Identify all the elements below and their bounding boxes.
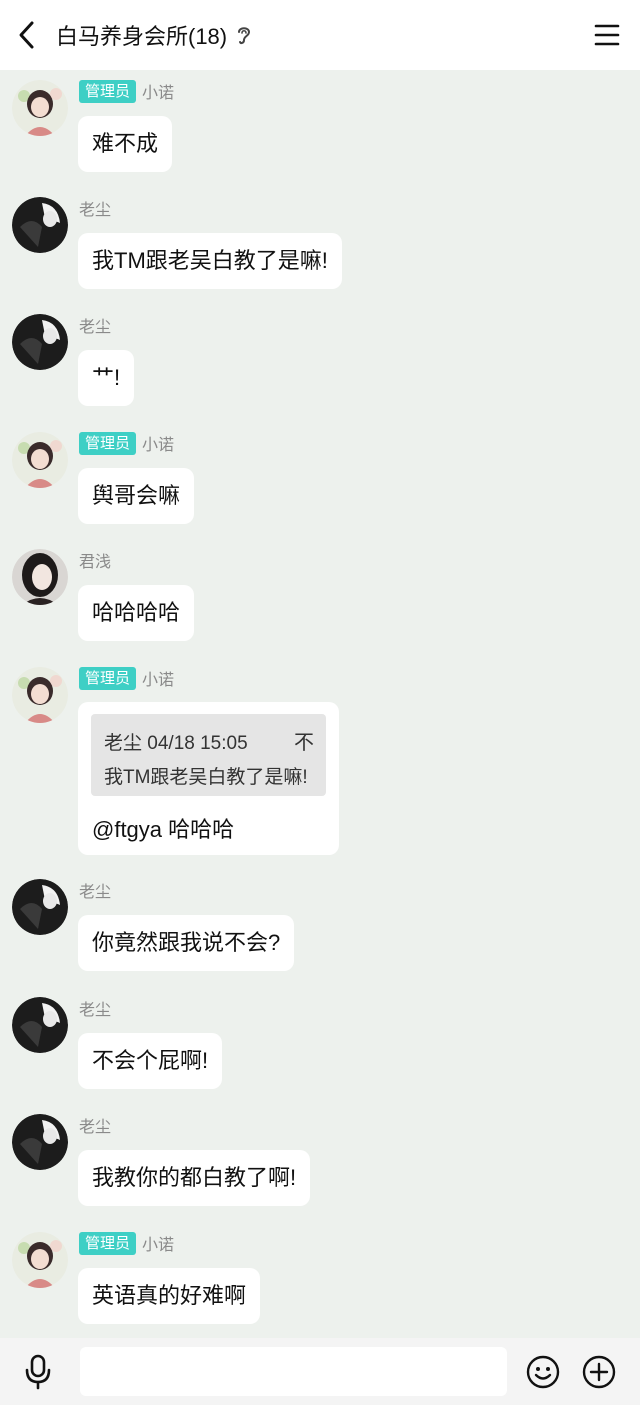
emoji-icon[interactable] bbox=[526, 1355, 560, 1389]
avatar[interactable] bbox=[12, 197, 68, 253]
message-meta: 老尘 bbox=[79, 996, 111, 1020]
message-meta: 管理员 小诺 bbox=[79, 1231, 174, 1255]
message-bubble[interactable]: 难不成 bbox=[78, 116, 173, 172]
message-meta: 管理员 小诺 bbox=[79, 79, 174, 103]
message-meta: 老尘 bbox=[79, 196, 111, 220]
avatar[interactable] bbox=[12, 432, 68, 488]
avatar[interactable] bbox=[12, 1232, 68, 1288]
message-bubble[interactable]: 我TM跟老吴白教了是嘛! bbox=[78, 233, 342, 289]
sender-name: 老尘 bbox=[79, 1002, 112, 1019]
sender-name: 老尘 bbox=[79, 202, 112, 219]
avatar[interactable] bbox=[12, 314, 68, 370]
ear-icon bbox=[238, 27, 251, 45]
admin-badge: 管理员 bbox=[79, 79, 137, 103]
sender-name: 老尘 bbox=[79, 1119, 112, 1136]
plus-circle-icon[interactable] bbox=[582, 1355, 616, 1389]
avatar[interactable] bbox=[12, 667, 68, 723]
message-bubble[interactable]: 艹! bbox=[78, 350, 135, 406]
avatar[interactable] bbox=[12, 549, 68, 605]
message-meta: 老尘 bbox=[79, 313, 111, 337]
quoted-author-time: 老尘 04/18 15:05 bbox=[104, 733, 248, 754]
message-bubble[interactable]: 舆哥会嘛 bbox=[78, 468, 195, 524]
message-meta: 老尘 bbox=[79, 1113, 111, 1137]
sender-name: 小诺 bbox=[142, 437, 175, 454]
quote-close-glyph: 不 bbox=[294, 732, 314, 754]
sender-name: 小诺 bbox=[142, 1237, 175, 1254]
input-bar bbox=[0, 1338, 640, 1405]
message-meta: 管理员 小诺 bbox=[79, 431, 174, 455]
chat-title-wrap: 白马养身会所(18) bbox=[56, 17, 253, 53]
quoted-message[interactable]: 老尘 04/18 15:05 不 我TM跟老吴白教了是嘛! bbox=[91, 714, 326, 796]
microphone-icon[interactable] bbox=[22, 1354, 54, 1390]
avatar[interactable] bbox=[12, 879, 68, 935]
hamburger-menu-icon[interactable] bbox=[594, 22, 620, 48]
sender-name: 小诺 bbox=[142, 672, 175, 689]
sender-name: 老尘 bbox=[79, 884, 112, 901]
admin-badge: 管理员 bbox=[79, 1231, 137, 1255]
quoted-text: 我TM跟老吴白教了是嘛! bbox=[104, 767, 308, 788]
chat-header: 白马养身会所(18) bbox=[0, 0, 640, 70]
message-bubble[interactable]: 你竟然跟我说不会? bbox=[78, 915, 295, 971]
avatar[interactable] bbox=[12, 1114, 68, 1170]
message-meta: 管理员 小诺 bbox=[79, 666, 174, 690]
avatar[interactable] bbox=[12, 997, 68, 1053]
back-button[interactable] bbox=[12, 18, 44, 52]
admin-badge: 管理员 bbox=[79, 431, 137, 455]
message-meta: 老尘 bbox=[79, 878, 111, 902]
message-bubble[interactable]: 不会个屁啊! bbox=[78, 1033, 223, 1089]
sender-name: 小诺 bbox=[142, 85, 175, 102]
message-input[interactable] bbox=[80, 1347, 507, 1396]
reply-text: @ftgya 哈哈哈 bbox=[92, 817, 235, 842]
message-meta: 君浅 bbox=[79, 548, 111, 572]
message-bubble[interactable]: 哈哈哈哈 bbox=[78, 585, 195, 641]
message-bubble[interactable]: 英语真的好难啊 bbox=[78, 1268, 261, 1324]
chat-title: 白马养身会所(18) bbox=[56, 24, 228, 49]
message-bubble[interactable]: 我教你的都白教了啊! bbox=[78, 1150, 311, 1206]
reply-bubble[interactable]: 老尘 04/18 15:05 不 我TM跟老吴白教了是嘛! @ftgya 哈哈哈 bbox=[78, 702, 339, 855]
admin-badge: 管理员 bbox=[79, 666, 137, 690]
sender-name: 君浅 bbox=[79, 554, 112, 571]
avatar[interactable] bbox=[12, 80, 68, 136]
sender-name: 老尘 bbox=[79, 319, 112, 336]
